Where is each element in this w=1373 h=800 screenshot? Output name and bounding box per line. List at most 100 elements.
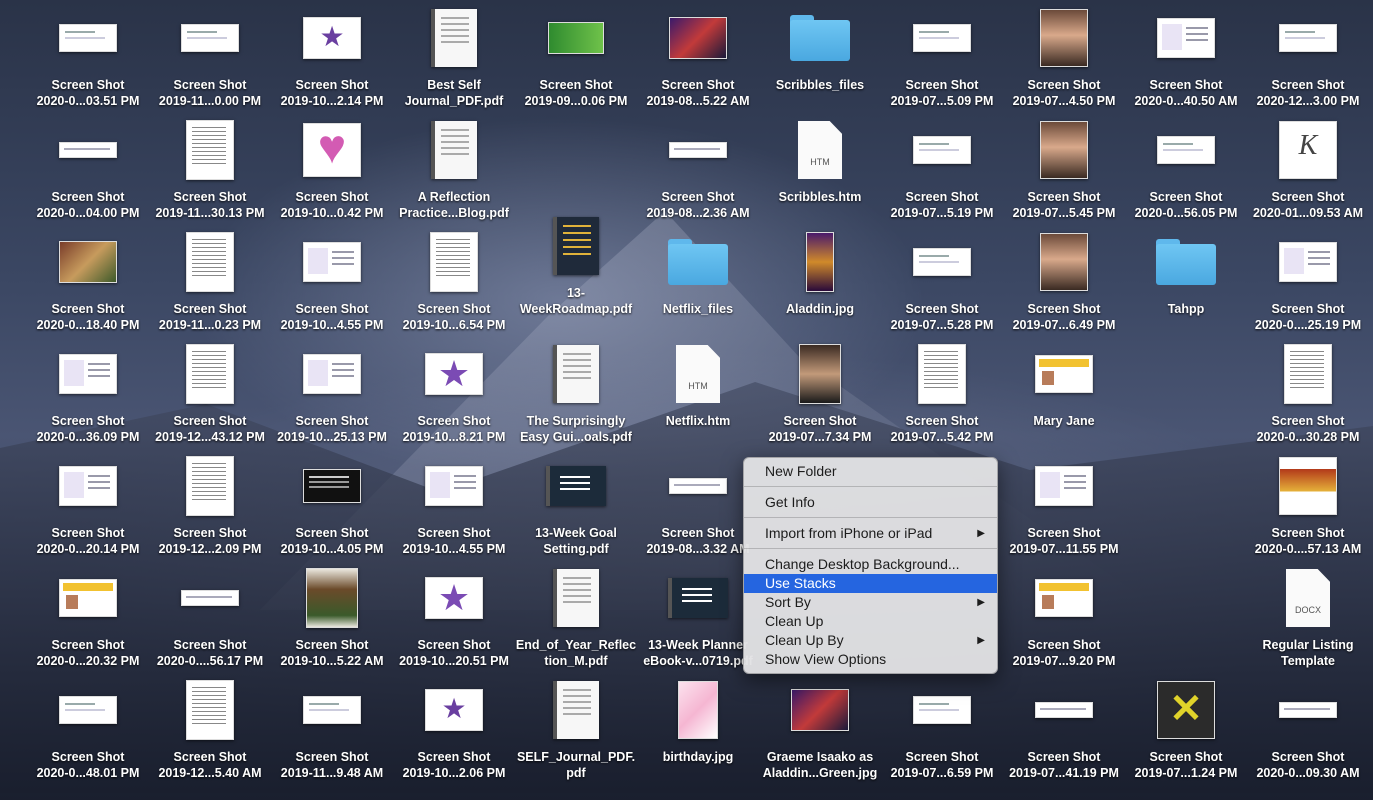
menu-item-import-iphone[interactable]: Import from iPhone or iPad ▶ xyxy=(744,524,997,543)
desktop-item[interactable]: Screen Shot 2019-10...4.05 PM xyxy=(271,452,393,564)
label-line-1: Netflix.htm xyxy=(665,414,731,428)
desktop-item[interactable]: Mary Jane xyxy=(1003,340,1125,452)
screenshot-icon xyxy=(1247,676,1369,744)
folder-icon xyxy=(1125,228,1247,296)
menu-item-clean-up[interactable]: Clean Up xyxy=(744,612,997,631)
desktop-item[interactable]: Screen Shot 2020-01...09.53 AM xyxy=(1247,116,1369,228)
desktop-item[interactable]: Screen Shot 2020-0...56.05 PM xyxy=(1125,116,1247,228)
desktop-item[interactable]: Screen Shot 2019-07...11.55 PM xyxy=(1003,452,1125,564)
desktop-item[interactable]: Screen Shot 2019-08...5.22 AM xyxy=(637,4,759,116)
desktop-item[interactable]: HTM Netflix.htm xyxy=(637,340,759,452)
desktop-item[interactable]: Screen Shot 2019-07...6.49 PM xyxy=(1003,228,1125,340)
desktop-item[interactable]: Screen Shot 2019-10...4.55 PM xyxy=(393,452,515,564)
desktop-item[interactable]: Screen Shot 2019-08...3.32 AM xyxy=(637,452,759,564)
desktop-item[interactable]: Screen Shot 2020-0...09.30 AM xyxy=(1247,676,1369,788)
desktop-item[interactable]: Screen Shot 2019-08...2.36 AM xyxy=(637,116,759,228)
desktop-item[interactable]: 13-Week Goal Setting.pdf xyxy=(515,452,637,564)
desktop-item[interactable]: Netflix_files xyxy=(637,228,759,340)
menu-item-show-view-options[interactable]: Show View Options xyxy=(744,650,997,669)
desktop-item[interactable]: Screen Shot 2019-10...2.06 PM xyxy=(393,676,515,788)
screenshot-icon xyxy=(27,564,149,632)
desktop-item[interactable]: Screen Shot 2019-10...25.13 PM xyxy=(271,340,393,452)
desktop-item[interactable]: Screen Shot 2019-12...5.40 AM xyxy=(149,676,271,788)
desktop-item[interactable]: Screen Shot 2019-10...2.14 PM xyxy=(271,4,393,116)
desktop-item[interactable]: Screen Shot 2020-12...3.00 PM xyxy=(1247,4,1369,116)
desktop-item[interactable]: 13-Week Planner eBook-v...0719.pdf xyxy=(637,564,759,676)
desktop-item[interactable]: Screen Shot 2020-0...36.09 PM xyxy=(27,340,149,452)
desktop-item[interactable]: Screen Shot 2019-07...4.50 PM xyxy=(1003,4,1125,116)
desktop-item[interactable]: Screen Shot 2020-0...04.00 PM xyxy=(27,116,149,228)
screenshot-icon xyxy=(393,340,515,408)
desktop-item[interactable]: The Surprisingly Easy Gui...oals.pdf xyxy=(515,340,637,452)
desktop-item[interactable]: Screen Shot 2020-0...20.14 PM xyxy=(27,452,149,564)
desktop-item[interactable]: Screen Shot 2019-07...9.20 PM xyxy=(1003,564,1125,676)
menu-item-sort-by[interactable]: Sort By ▶ xyxy=(744,593,997,612)
label-line-2: 2019-10...20.51 PM xyxy=(399,654,509,668)
desktop-item[interactable]: Screen Shot 2019-07...5.42 PM xyxy=(881,340,1003,452)
desktop-item[interactable]: Screen Shot 2019-07...41.19 PM xyxy=(1003,676,1125,788)
desktop-item[interactable]: Screen Shot 2019-07...5.19 PM xyxy=(881,116,1003,228)
desktop-item[interactable]: Screen Shot 2020-0...18.40 PM xyxy=(27,228,149,340)
desktop-item[interactable]: birthday.jpg xyxy=(637,676,759,788)
desktop-item[interactable]: Screen Shot 2019-07...1.24 PM xyxy=(1125,676,1247,788)
desktop-item[interactable]: Screen Shot 2019-11...0.00 PM xyxy=(149,4,271,116)
desktop-item[interactable]: Screen Shot 2019-10...20.51 PM xyxy=(393,564,515,676)
label-line-1: Screen Shot xyxy=(295,750,369,764)
menu-item-clean-up-by[interactable]: Clean Up By ▶ xyxy=(744,631,997,650)
desktop-item[interactable]: DOCX Regular Listing Template xyxy=(1247,564,1369,676)
screenshot-icon xyxy=(149,564,271,632)
desktop-item-label: Aladdin.jpg xyxy=(753,301,887,317)
desktop-item[interactable]: Graeme Isaako as Aladdin...Green.jpg xyxy=(759,676,881,788)
label-line-2: 2019-07...6.59 PM xyxy=(890,766,994,780)
desktop-item[interactable]: Aladdin.jpg xyxy=(759,228,881,340)
desktop-item[interactable]: Screen Shot 2019-07...6.59 PM xyxy=(881,676,1003,788)
menu-item-use-stacks[interactable]: Use Stacks xyxy=(744,574,997,593)
desktop-item[interactable]: Screen Shot 2019-07...7.34 PM xyxy=(759,340,881,452)
desktop-item[interactable]: Screen Shot 2020-0...03.51 PM xyxy=(27,4,149,116)
label-line-1: Screen Shot xyxy=(295,78,369,92)
desktop-item[interactable]: Screen Shot 2019-07...5.45 PM xyxy=(1003,116,1125,228)
pdf-document-icon xyxy=(515,212,637,280)
desktop-item[interactable]: A Reflection Practice...Blog.pdf xyxy=(393,116,515,228)
label-line-2: Template xyxy=(1281,654,1335,668)
desktop-item[interactable]: Screen Shot 2020-0...30.28 PM xyxy=(1247,340,1369,452)
label-line-1: Screen Shot xyxy=(1271,414,1345,428)
desktop-item[interactable]: SELF_Journal_PDF. pdf xyxy=(515,676,637,788)
screenshot-icon xyxy=(881,228,1003,296)
desktop-item-label: Screen Shot 2019-07...5.42 PM xyxy=(875,413,1009,445)
desktop-item[interactable]: Screen Shot 2019-07...5.28 PM xyxy=(881,228,1003,340)
desktop-item[interactable]: Screen Shot 2019-11...30.13 PM xyxy=(149,116,271,228)
desktop-item[interactable]: Screen Shot 2019-10...0.42 PM xyxy=(271,116,393,228)
desktop-item[interactable]: Screen Shot 2020-0....56.17 PM xyxy=(149,564,271,676)
desktop-item[interactable]: Screen Shot 2019-07...5.09 PM xyxy=(881,4,1003,116)
desktop-item[interactable]: Screen Shot 2020-0....57.13 AM xyxy=(1247,452,1369,564)
label-line-2: 2020-0...20.32 PM xyxy=(36,654,140,668)
desktop-item[interactable]: Screen Shot 2020-0...20.32 PM xyxy=(27,564,149,676)
desktop-item[interactable]: Screen Shot 2020-0...48.01 PM xyxy=(27,676,149,788)
menu-item-get-info[interactable]: Get Info xyxy=(744,493,997,512)
desktop-item[interactable]: Screen Shot 2019-10...5.22 AM xyxy=(271,564,393,676)
menu-item-new-folder[interactable]: New Folder xyxy=(744,462,997,481)
menu-separator xyxy=(744,517,997,518)
desktop-item[interactable]: 13- WeekRoadmap.pdf xyxy=(515,212,637,324)
desktop-item[interactable]: Scribbles_files xyxy=(759,4,881,116)
desktop-item[interactable]: Screen Shot 2020-0....25.19 PM xyxy=(1247,228,1369,340)
label-line-2: 2019-07...5.42 PM xyxy=(890,430,994,444)
desktop-item[interactable]: Screen Shot 2019-10...8.21 PM xyxy=(393,340,515,452)
label-line-2: 2019-07...6.49 PM xyxy=(1012,318,1116,332)
desktop-item[interactable]: Screen Shot 2019-11...0.23 PM xyxy=(149,228,271,340)
menu-item-change-background[interactable]: Change Desktop Background... xyxy=(744,555,997,574)
desktop-item[interactable]: Screen Shot 2020-0...40.50 AM xyxy=(1125,4,1247,116)
desktop-item[interactable]: End_of_Year_Reflec tion_M.pdf xyxy=(515,564,637,676)
label-line-2: 2019-07...11.55 PM xyxy=(1009,542,1119,556)
desktop-item[interactable]: Screen Shot 2019-09...0.06 PM xyxy=(515,4,637,116)
desktop-item[interactable]: Screen Shot 2019-10...4.55 PM xyxy=(271,228,393,340)
desktop-item[interactable]: Best Self Journal_PDF.pdf xyxy=(393,4,515,116)
desktop-item[interactable]: Screen Shot 2019-11...9.48 AM xyxy=(271,676,393,788)
desktop-item[interactable]: Screen Shot 2019-12...2.09 PM xyxy=(149,452,271,564)
desktop-item[interactable]: Tahpp xyxy=(1125,228,1247,340)
desktop-item[interactable]: Screen Shot 2019-12...43.12 PM xyxy=(149,340,271,452)
desktop-item[interactable]: HTM Scribbles.htm xyxy=(759,116,881,228)
submenu-arrow-icon: ▶ xyxy=(977,528,985,539)
desktop-item[interactable]: Screen Shot 2019-10...6.54 PM xyxy=(393,228,515,340)
